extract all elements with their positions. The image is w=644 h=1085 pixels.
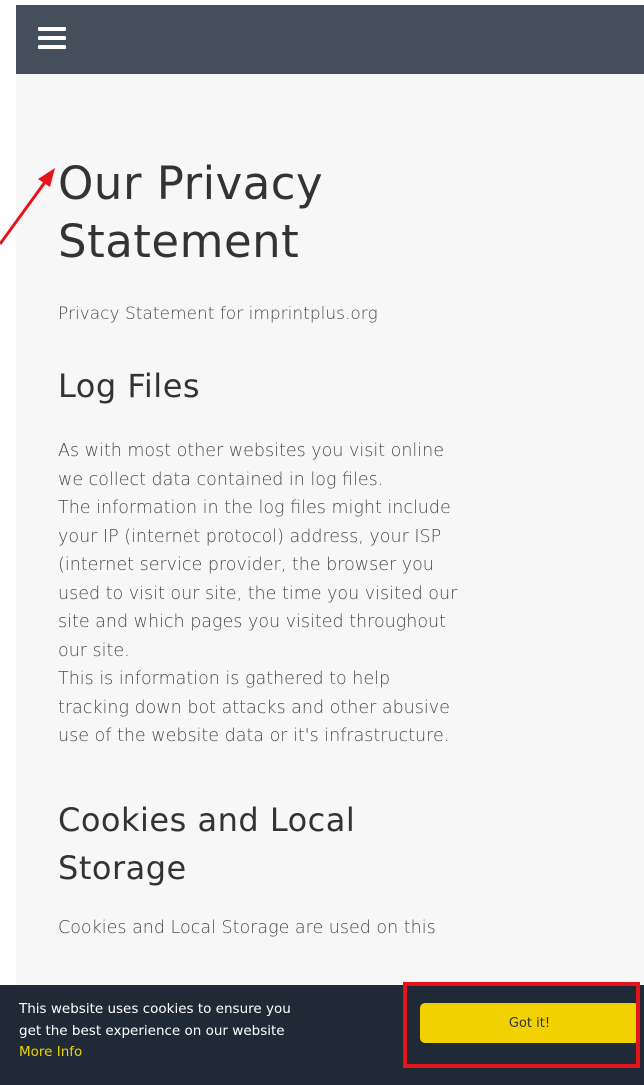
cookie-message-line: This website uses cookies to ensure you (19, 1001, 291, 1017)
paragraph-line: our site. (58, 640, 130, 661)
page-title-line: Statement (58, 215, 300, 268)
section-heading-log-files: Log Files (58, 363, 618, 409)
page-title: Our Privacy Statement (58, 155, 618, 271)
paragraph-line: (internet service provider, the browser … (58, 555, 434, 575)
paragraph-line: tracking down bot attacks and other abus… (58, 697, 450, 718)
section-heading-line: Cookies and Local (58, 800, 356, 839)
paragraph-line: we collect data contained in log files. (58, 469, 384, 490)
paragraph-line: use of the website data or it's infrastr… (58, 726, 450, 746)
paragraph-line: used to visit our site, the time you vis… (58, 583, 458, 604)
paragraph-line: The information in the log files might i… (58, 498, 451, 518)
section-heading-line: Log Files (58, 367, 201, 405)
section-paragraph-cookies: Cookies and Local Storage are used on th… (58, 914, 618, 943)
main-content: Our Privacy Statement Privacy Statement … (58, 155, 618, 942)
paragraph-line: As with most other websites you visit on… (58, 441, 445, 461)
paragraph-line: Cookies and Local Storage are used on th… (58, 917, 436, 938)
section-heading-cookies: Cookies and Local Storage (58, 796, 618, 892)
cookie-consent-banner: This website uses cookies to ensure you … (0, 985, 644, 1085)
paragraph-line: site and which pages you visited through… (58, 612, 447, 632)
cookie-message: This website uses cookies to ensure you … (19, 999, 379, 1064)
section-heading-line: Storage (58, 848, 187, 887)
page-title-line: Our Privacy (58, 157, 324, 210)
cookie-message-line: get the best experience on our website (19, 1022, 285, 1039)
paragraph-line: This is information is gathered to help (58, 669, 391, 689)
more-info-link[interactable]: More Info (19, 1042, 379, 1064)
paragraph-line: your IP (internet protocol) address, you… (58, 526, 442, 547)
top-navigation-bar (16, 5, 644, 74)
got-it-button[interactable]: Got it! (420, 1003, 639, 1043)
section-paragraph-log-files: As with most other websites you visit on… (58, 437, 618, 751)
page-frame: Our Privacy Statement Privacy Statement … (16, 5, 644, 1085)
page-subtitle: Privacy Statement for imprintplus.org (58, 304, 378, 324)
hamburger-menu-icon[interactable] (38, 27, 66, 49)
